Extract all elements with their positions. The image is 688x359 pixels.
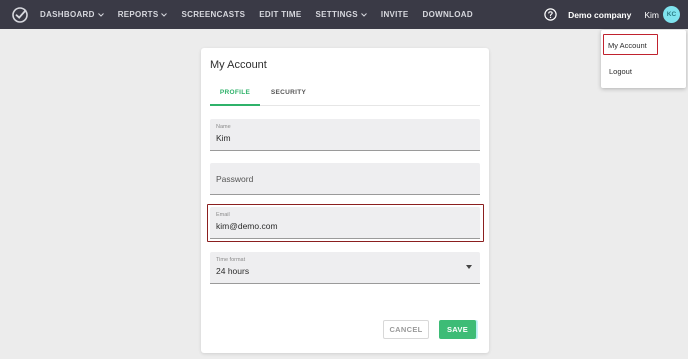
time-format-label: Time format [216,257,246,263]
chevron-down-icon [97,12,104,17]
nav-settings[interactable]: SETTINGS [316,10,367,19]
cancel-button[interactable]: CANCEL [383,320,429,339]
user-name[interactable]: Kim [644,10,659,20]
my-account-card: My Account PROFILE SECURITY Name Kim Pas… [201,48,489,353]
tab-profile[interactable]: PROFILE [210,88,260,106]
nav-edit-time-label: EDIT TIME [259,10,302,19]
page-title: My Account [210,59,267,71]
nav-invite[interactable]: INVITE [381,10,409,19]
top-nav-bar: DASHBOARD REPORTS SCREENCASTS EDIT TIME … [0,0,688,29]
tab-security[interactable]: SECURITY [261,88,316,106]
main-nav: DASHBOARD REPORTS SCREENCASTS EDIT TIME … [40,0,487,29]
password-field[interactable]: Password [210,163,480,195]
name-field-value: Kim [216,133,231,143]
time-format-value: 24 hours [216,266,250,276]
company-name[interactable]: Demo company [568,10,631,20]
avatar[interactable]: KC [663,6,680,23]
chevron-down-icon [361,12,367,17]
menu-item-my-account[interactable]: My Account [608,41,647,50]
name-field-label: Name [216,124,231,130]
password-field-placeholder: Password [216,174,254,184]
time-format-select[interactable]: Time format 24 hours [210,252,480,284]
nav-reports-label: REPORTS [117,10,159,19]
checkmark-clock-icon[interactable] [11,6,29,24]
name-field[interactable]: Name Kim [210,119,480,151]
nav-edit-time[interactable]: EDIT TIME [259,10,301,19]
nav-settings-label: SETTINGS [315,10,358,19]
nav-dashboard-label: DASHBOARD [40,10,95,19]
save-button[interactable]: SAVE [439,320,476,339]
nav-dashboard[interactable]: DASHBOARD [40,10,104,19]
user-area: Demo company Kim KC [544,0,688,29]
nav-screencasts-label: SCREENCASTS [181,10,246,19]
email-highlight-box [207,204,484,242]
chevron-down-icon [161,12,168,17]
question-circle-icon[interactable] [544,8,557,21]
nav-screencasts[interactable]: SCREENCASTS [181,10,245,19]
nav-invite-label: INVITE [380,10,409,19]
dropdown-arrow-icon [466,265,472,269]
nav-download[interactable]: DOWNLOAD [423,10,473,19]
nav-download-label: DOWNLOAD [422,10,473,19]
menu-item-logout[interactable]: Logout [609,67,632,76]
tab-bar: PROFILE SECURITY [210,83,480,106]
nav-reports[interactable]: REPORTS [118,10,168,19]
